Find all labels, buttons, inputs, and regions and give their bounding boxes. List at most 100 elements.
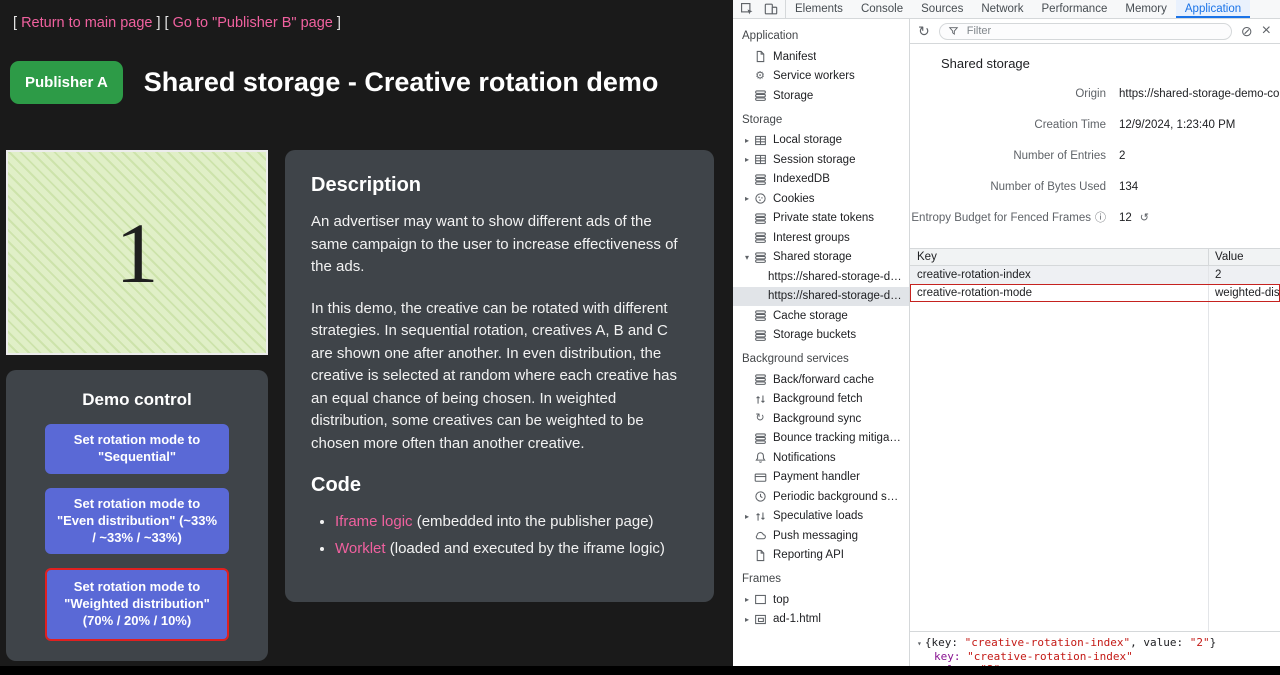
sidebar-item-payment-handler[interactable]: Payment handler — [733, 468, 909, 488]
creation-time-value: 12/9/2024, 1:23:40 PM — [1119, 119, 1235, 131]
sidebar-item-service-workers[interactable]: ⚙Service workers — [733, 67, 909, 87]
sidebar-item-background-fetch[interactable]: Background fetch — [733, 390, 909, 410]
chevron-right-icon[interactable]: ▸ — [741, 512, 753, 521]
entries-value: 2 — [1119, 150, 1125, 162]
iframe-logic-link[interactable]: Iframe logic — [335, 513, 413, 530]
sidebar-item-cache-storage[interactable]: Cache storage — [733, 306, 909, 326]
origin-value: https://shared-storage-demo-co — [1119, 88, 1279, 100]
bracket: [ — [165, 15, 173, 31]
sidebar-item-interest-groups[interactable]: Interest groups — [733, 228, 909, 248]
document-icon — [753, 548, 767, 562]
chevron-right-icon[interactable]: ▸ — [741, 595, 753, 604]
table-row-selected[interactable]: creative-rotation-mode weighted-dist — [910, 284, 1280, 302]
sidebar-item-bounce-tracking[interactable]: Bounce tracking mitiga… — [733, 429, 909, 449]
cookie-icon — [753, 192, 767, 206]
sidebar-item-session-storage[interactable]: ▸Session storage — [733, 150, 909, 170]
set-even-distribution-button[interactable]: Set rotation mode to "Even distribution"… — [45, 488, 229, 555]
refresh-icon[interactable]: ↻ — [918, 24, 930, 38]
database-icon — [753, 309, 767, 323]
sidebar-item-shared-storage-origin-2[interactable]: https://shared-storage-d… — [733, 287, 909, 307]
sidebar-item-back-forward-cache[interactable]: Back/forward cache — [733, 370, 909, 390]
sidebar-item-reporting-api[interactable]: Reporting API — [733, 546, 909, 566]
sidebar-item-shared-storage[interactable]: ▾Shared storage — [733, 248, 909, 268]
meta-row-creation-time: Creation Time 12/9/2024, 1:23:40 PM — [910, 119, 1280, 131]
tab-performance[interactable]: Performance — [1033, 0, 1117, 18]
window-edge — [0, 666, 1280, 675]
metadata-section: Origin https://shared-storage-demo-co Cr… — [910, 88, 1280, 243]
chevron-right-icon[interactable]: ▸ — [741, 155, 753, 164]
sidebar-item-background-sync[interactable]: ↻Background sync — [733, 409, 909, 429]
table-header: Key Value — [910, 249, 1280, 266]
chevron-down-icon[interactable]: ▾ — [917, 639, 922, 648]
sidebar-item-cookies[interactable]: ▸Cookies — [733, 189, 909, 209]
sidebar-item-periodic-background-sync[interactable]: Periodic background s… — [733, 487, 909, 507]
reset-budget-icon[interactable]: ↺ — [1140, 213, 1149, 224]
worklet-link[interactable]: Worklet — [335, 540, 386, 557]
shared-storage-pane: ↻ ⊘ × Shared storage Origin https://shar… — [910, 19, 1280, 675]
frame-icon — [753, 593, 767, 607]
bracket: [ — [13, 15, 21, 31]
bracket: ] — [152, 15, 164, 31]
sidebar-item-notifications[interactable]: Notifications — [733, 448, 909, 468]
description-panel: Description An advertiser may want to sh… — [285, 150, 714, 602]
table-row[interactable]: creative-rotation-index 2 — [910, 266, 1280, 284]
column-header-key[interactable]: Key — [910, 249, 1209, 265]
chevron-right-icon[interactable]: ▸ — [741, 194, 753, 203]
sidebar-item-storage-buckets[interactable]: Storage buckets — [733, 326, 909, 346]
database-icon — [753, 373, 767, 387]
tab-console[interactable]: Console — [852, 0, 912, 18]
code-list: Iframe logic (embedded into the publishe… — [311, 511, 688, 560]
sidebar-item-push-messaging[interactable]: Push messaging — [733, 526, 909, 546]
tab-elements[interactable]: Elements — [786, 0, 852, 18]
sidebar-item-local-storage[interactable]: ▸Local storage — [733, 131, 909, 151]
sidebar-item-storage[interactable]: Storage — [733, 86, 909, 106]
publisher-b-page-link[interactable]: Go to "Publisher B" page — [173, 15, 333, 31]
device-toolbar-icon[interactable] — [759, 2, 783, 16]
filter-box[interactable] — [939, 23, 1232, 40]
database-icon — [753, 231, 767, 245]
tab-memory[interactable]: Memory — [1116, 0, 1176, 18]
key-value-table: Key Value creative-rotation-index 2 crea… — [910, 248, 1280, 302]
table-icon — [753, 133, 767, 147]
database-icon — [753, 211, 767, 225]
sidebar-item-frame-ad-1[interactable]: ▸ad-1.html — [733, 610, 909, 630]
creative-ad-frame[interactable]: 1 — [6, 150, 268, 355]
bytes-value: 134 — [1119, 181, 1138, 193]
sidebar-item-indexeddb[interactable]: IndexedDB — [733, 170, 909, 190]
sidebar-item-private-state-tokens[interactable]: Private state tokens — [733, 209, 909, 229]
clear-all-icon[interactable]: ⊘ — [1241, 24, 1253, 38]
code-item-text: (embedded into the publisher page) — [413, 513, 654, 530]
tab-application[interactable]: Application — [1176, 0, 1250, 18]
chevron-down-icon[interactable]: ▾ — [741, 253, 753, 262]
clock-icon — [753, 490, 767, 504]
database-icon — [753, 431, 767, 445]
top-nav: [ Return to main page ] [ Go to "Publish… — [0, 0, 733, 31]
close-icon[interactable]: × — [1262, 23, 1271, 39]
table-empty-area — [910, 302, 1280, 631]
filter-input[interactable] — [965, 24, 1223, 38]
inspect-element-icon[interactable] — [735, 2, 759, 16]
set-weighted-distribution-button[interactable]: Set rotation mode to "Weighted distribut… — [45, 568, 229, 641]
payment-card-icon — [753, 470, 767, 484]
page-content: 1 Demo control Set rotation mode to "Seq… — [6, 150, 714, 661]
tab-sources[interactable]: Sources — [912, 0, 972, 18]
return-main-page-link[interactable]: Return to main page — [21, 15, 152, 31]
column-header-value[interactable]: Value — [1209, 249, 1280, 265]
up-down-arrows-icon — [753, 509, 767, 523]
info-icon[interactable]: ⓘ — [1095, 213, 1106, 224]
entropy-budget-value: 12↺ — [1119, 212, 1149, 224]
meta-row-bytes: Number of Bytes Used 134 — [910, 181, 1280, 193]
chevron-right-icon[interactable]: ▸ — [741, 615, 753, 624]
database-icon — [753, 172, 767, 186]
sidebar-item-manifest[interactable]: Manifest — [733, 47, 909, 67]
tab-network[interactable]: Network — [972, 0, 1032, 18]
set-sequential-button[interactable]: Set rotation mode to "Sequential" — [45, 424, 229, 474]
description-paragraph-2: In this demo, the creative can be rotate… — [311, 298, 688, 456]
sidebar-item-frame-top[interactable]: ▸top — [733, 590, 909, 610]
sidebar-item-shared-storage-origin-1[interactable]: https://shared-storage-d… — [733, 267, 909, 287]
sidebar-section-application: Application — [733, 22, 909, 47]
sidebar-item-speculative-loads[interactable]: ▸Speculative loads — [733, 507, 909, 527]
iframe-icon — [753, 612, 767, 626]
pane-content: Shared storage Origin https://shared-sto… — [910, 44, 1280, 675]
chevron-right-icon[interactable]: ▸ — [741, 136, 753, 145]
